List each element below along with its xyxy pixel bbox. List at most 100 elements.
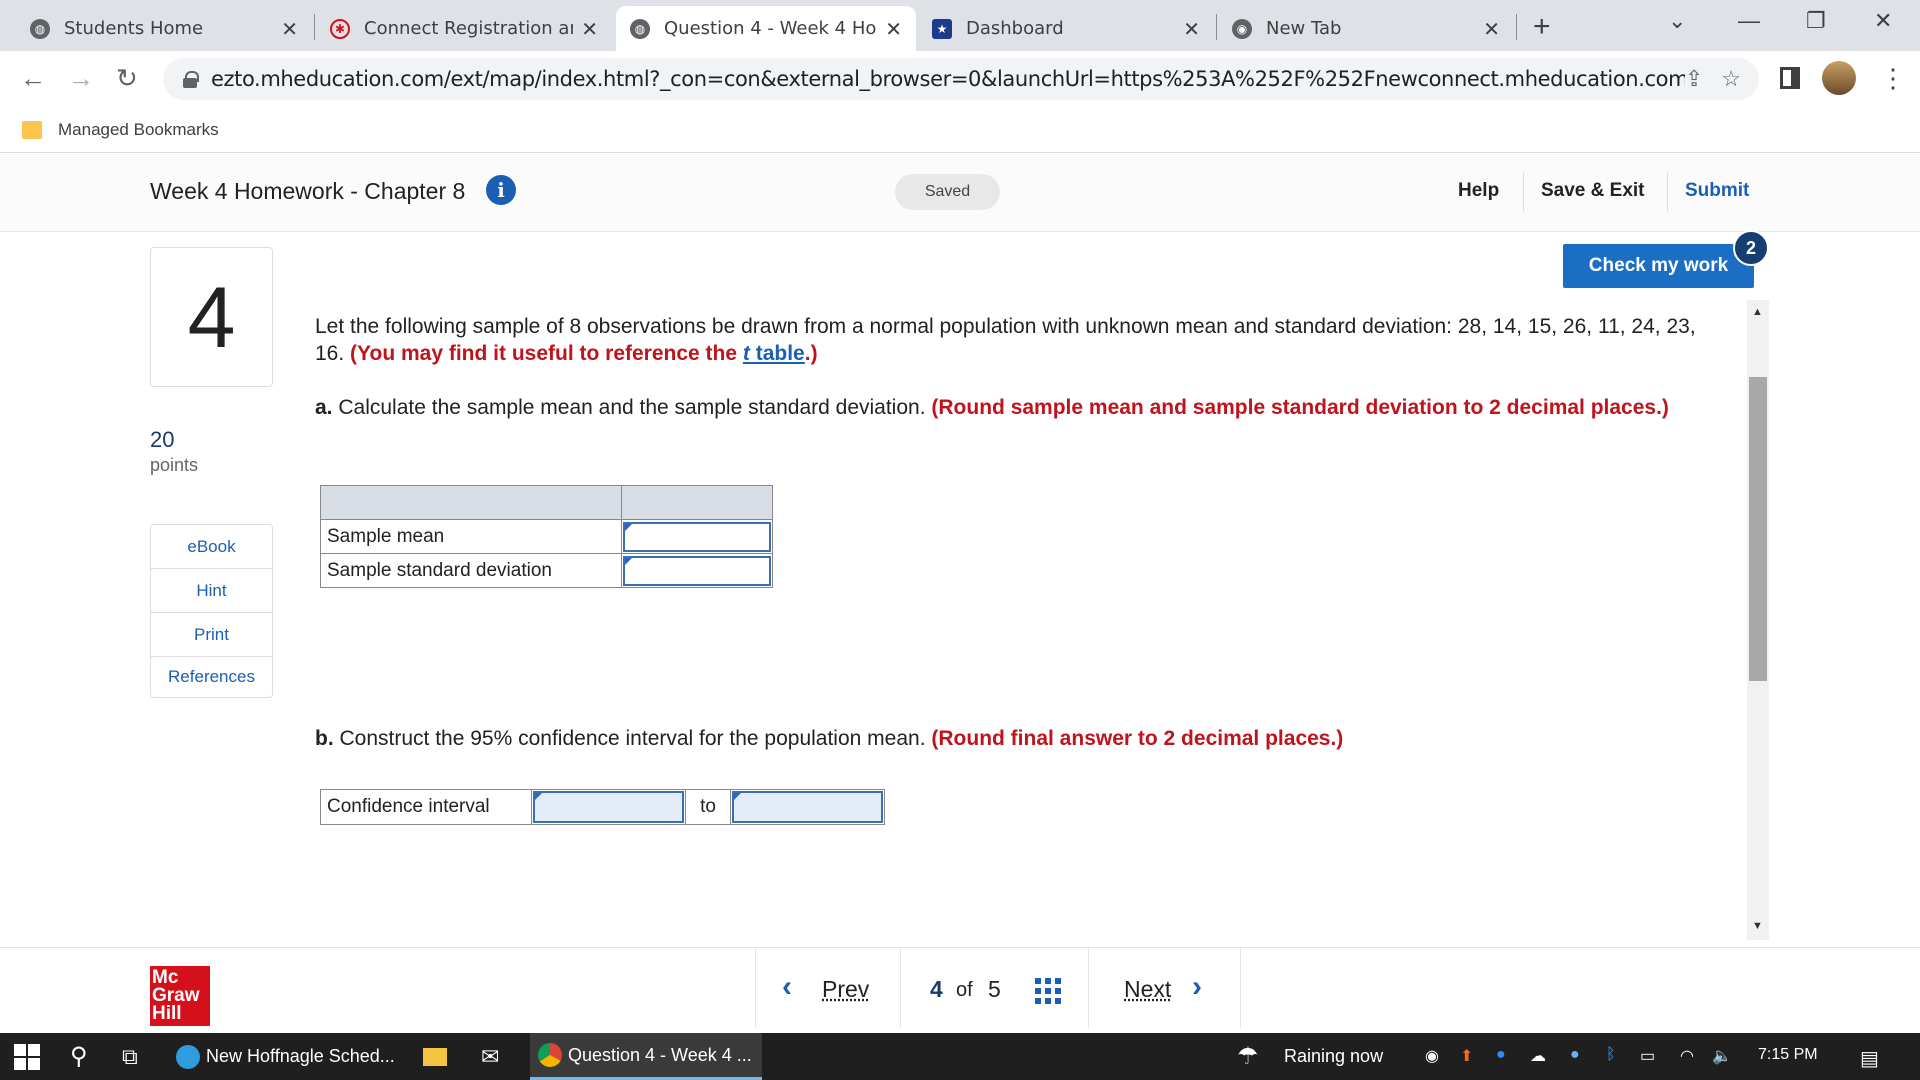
globe-icon: ◍ — [630, 18, 650, 39]
logo-line: Hill — [152, 1003, 182, 1024]
help-link[interactable]: Help — [1458, 180, 1499, 202]
profile-avatar[interactable] — [1822, 61, 1856, 95]
bookmarks-bar: Managed Bookmarks — [0, 108, 1920, 153]
search-icon[interactable]: ⚲ — [70, 1033, 88, 1080]
lock-icon — [183, 71, 199, 88]
part-a-table: Sample mean Sample standard deviation — [320, 485, 773, 588]
next-button[interactable]: Next — [1124, 976, 1171, 1003]
browser-tab-bar: ◍ Students Home ✕ ✱ Connect Registration… — [0, 0, 1920, 51]
print-button[interactable]: Print — [151, 613, 272, 657]
table-row: Sample mean — [320, 519, 773, 554]
notification-icon[interactable]: ▤ — [1860, 1046, 1879, 1071]
mail-icon[interactable]: ✉ — [481, 1033, 499, 1080]
ebook-button[interactable]: eBook — [151, 525, 272, 569]
t-italic: t — [742, 342, 750, 365]
reference-hint: (You may find it useful to reference the… — [350, 342, 818, 365]
ci-upper-input[interactable] — [732, 791, 883, 823]
scroll-up-icon[interactable]: ▲ — [1752, 306, 1763, 318]
reload-icon[interactable]: ↻ — [116, 63, 138, 94]
close-icon[interactable]: ✕ — [281, 17, 298, 41]
onedrive-icon[interactable]: ☁ — [1530, 1046, 1546, 1066]
tab-question-4[interactable]: ◍ Question 4 - Week 4 Hom ✕ — [616, 6, 916, 51]
close-icon[interactable]: ✕ — [1483, 17, 1500, 41]
info-icon[interactable]: i — [486, 175, 516, 205]
hint-button[interactable]: Hint — [151, 569, 272, 613]
tray-bubble-icon[interactable]: ● — [1570, 1046, 1580, 1064]
confidence-interval-row: Confidence interval to — [320, 789, 885, 825]
file-explorer-icon[interactable] — [423, 1033, 453, 1080]
saved-status-badge: Saved — [895, 174, 1000, 210]
tab-label: New Tab — [1266, 18, 1342, 39]
taskbar-app-chrome[interactable]: Question 4 - Week 4 ... — [530, 1033, 762, 1080]
battery-icon[interactable]: ▭ — [1640, 1046, 1655, 1066]
divider — [755, 948, 756, 1028]
zoom-icon[interactable]: ● — [1496, 1046, 1506, 1064]
question-intro: Let the following sample of 8 observatio… — [315, 313, 1725, 367]
tab-dashboard[interactable]: ★ Dashboard ✕ — [918, 6, 1214, 51]
url-field[interactable]: ezto.mheducation.com/ext/map/index.html?… — [163, 58, 1759, 100]
sample-mean-input[interactable] — [623, 521, 771, 552]
hint-text: (You may find it useful to reference the — [350, 342, 743, 365]
assignment-header: Week 4 Homework - Chapter 8 i Saved Help… — [0, 154, 1920, 232]
edge-icon — [176, 1044, 200, 1069]
submit-link[interactable]: Submit — [1685, 180, 1749, 202]
check-my-work-button[interactable]: Check my work — [1563, 244, 1754, 288]
divider — [1088, 948, 1089, 1028]
save-exit-link[interactable]: Save & Exit — [1541, 180, 1645, 202]
windows-start-icon[interactable] — [14, 1033, 40, 1080]
assignment-title: Week 4 Homework - Chapter 8 — [150, 178, 466, 204]
more-menu-icon[interactable]: ⋮ — [1880, 63, 1906, 94]
tab-new-tab[interactable]: ◉ New Tab ✕ — [1218, 6, 1514, 51]
divider — [1523, 172, 1524, 212]
scrollbar-thumb[interactable] — [1749, 377, 1767, 681]
restore-icon[interactable]: ❐ — [1806, 8, 1826, 34]
tab-search-icon[interactable]: ⌄ — [1668, 8, 1686, 34]
table-word: table — [749, 342, 805, 365]
references-button[interactable]: References — [151, 657, 272, 697]
address-bar: ← → ↻ ezto.mheducation.com/ext/map/index… — [0, 51, 1920, 108]
tab-label: Dashboard — [966, 18, 1064, 39]
volume-icon[interactable]: 🔈 — [1712, 1046, 1732, 1066]
clock[interactable]: 7:15 PM — [1758, 1046, 1818, 1064]
scroll-down-icon[interactable]: ▼ — [1752, 920, 1763, 932]
sample-sd-input[interactable] — [623, 555, 771, 586]
tab-connect-registration[interactable]: ✱ Connect Registration and ✕ — [316, 6, 612, 51]
bluetooth-icon[interactable]: ᛒ — [1606, 1046, 1616, 1064]
question-tools: eBook Hint Print References — [150, 524, 273, 698]
chevron-left-icon[interactable]: ‹ — [782, 970, 792, 1004]
ci-lower-input[interactable] — [533, 791, 684, 823]
back-icon[interactable]: ← — [20, 63, 46, 94]
question-number: 4 — [150, 247, 273, 387]
tab-label: Question 4 - Week 4 Hom — [664, 18, 878, 39]
new-tab-button[interactable]: + — [1533, 10, 1551, 44]
part-b-note: (Round final answer to 2 decimal places.… — [931, 727, 1344, 750]
taskbar-app-label: New Hoffnagle Sched... — [206, 1046, 395, 1066]
divider — [900, 948, 901, 1028]
minimize-icon[interactable]: — — [1738, 8, 1760, 34]
chevron-right-icon[interactable]: › — [1192, 970, 1202, 1004]
tray-app-icon[interactable]: ◉ — [1425, 1046, 1439, 1066]
side-panel-icon[interactable] — [1780, 67, 1800, 89]
wifi-icon[interactable]: ◠ — [1680, 1046, 1694, 1066]
divider — [1240, 948, 1241, 1028]
managed-bookmarks[interactable]: Managed Bookmarks — [58, 120, 219, 140]
table-row: Sample standard deviation — [320, 553, 773, 588]
forward-icon[interactable]: → — [68, 63, 94, 94]
t-table-link[interactable]: t table — [743, 342, 805, 365]
bookmark-star-icon[interactable]: ☆ — [1721, 66, 1741, 92]
close-icon[interactable]: ✕ — [885, 17, 902, 41]
close-icon[interactable]: ✕ — [1183, 17, 1200, 41]
tray-update-icon[interactable]: ⬆ — [1460, 1046, 1473, 1066]
question-grid-icon[interactable] — [1035, 978, 1061, 1004]
prev-button[interactable]: Prev — [822, 976, 869, 1003]
window-close-icon[interactable]: ✕ — [1874, 8, 1892, 34]
ci-to-label: to — [685, 790, 731, 824]
share-icon[interactable]: ⇪ — [1685, 66, 1703, 92]
tab-students-home[interactable]: ◍ Students Home ✕ — [16, 6, 312, 51]
task-view-icon[interactable]: ⧉ — [122, 1033, 138, 1080]
weather-text[interactable]: Raining now — [1284, 1033, 1383, 1080]
taskbar-app-label: Question 4 - Week 4 ... — [568, 1044, 752, 1065]
close-icon[interactable]: ✕ — [581, 17, 598, 41]
taskbar-app-edge[interactable]: New Hoffnagle Sched... — [176, 1033, 405, 1080]
divider — [1667, 172, 1668, 212]
